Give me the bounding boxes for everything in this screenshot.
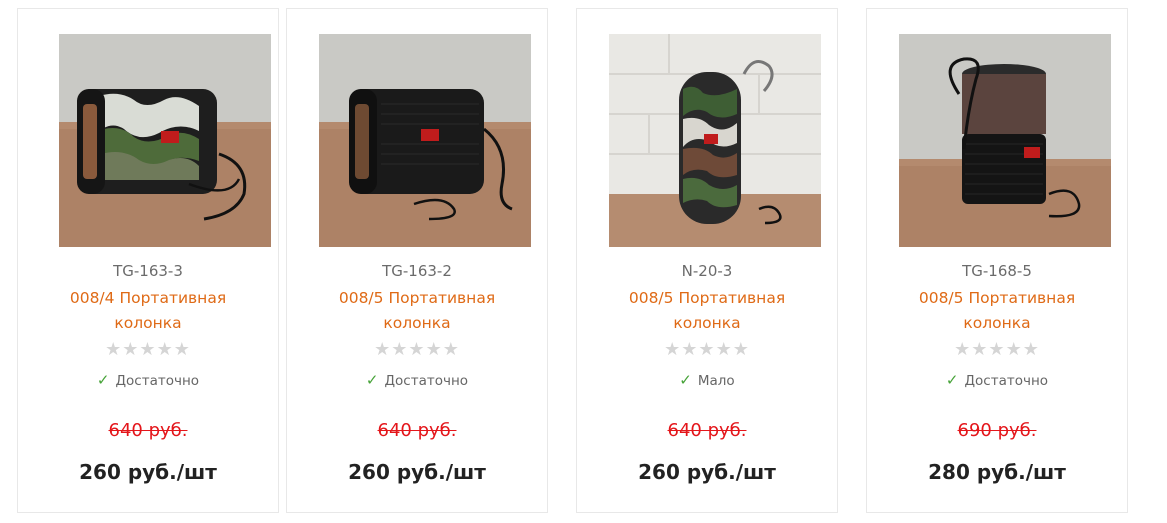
stock-label: Достаточно bbox=[964, 373, 1049, 389]
old-price: 640 руб. bbox=[377, 420, 457, 441]
current-price: 280 руб./шт bbox=[928, 460, 1066, 484]
stock-status: ✓ Достаточно bbox=[287, 371, 547, 389]
star-icon: ★ bbox=[425, 339, 443, 360]
product-sku: N-20-3 bbox=[681, 262, 733, 280]
stock-label: Мало bbox=[697, 373, 735, 389]
rating-stars[interactable]: ★★★★★ bbox=[287, 340, 547, 360]
product-image-link[interactable] bbox=[319, 34, 531, 247]
product-image-link[interactable] bbox=[59, 34, 271, 247]
current-price: 260 руб./шт bbox=[79, 460, 217, 484]
product-title-link[interactable]: 008/4 Портативная колонка bbox=[58, 286, 238, 336]
product-sku: TG-163-3 bbox=[113, 262, 183, 280]
star-icon: ★ bbox=[664, 339, 682, 360]
speaker-camo-cylinder-image bbox=[609, 34, 821, 247]
product-title-link[interactable]: 008/5 Портативная колонка bbox=[327, 286, 507, 336]
rating-stars[interactable]: ★★★★★ bbox=[18, 340, 278, 360]
rating-stars[interactable]: ★★★★★ bbox=[867, 340, 1127, 360]
stock-status: ✓ Мало bbox=[577, 371, 837, 389]
star-icon: ★ bbox=[122, 339, 140, 360]
star-icon: ★ bbox=[139, 339, 157, 360]
check-icon: ✓ bbox=[96, 371, 110, 389]
speaker-black-lantern-image bbox=[899, 34, 1111, 247]
star-icon: ★ bbox=[988, 339, 1006, 360]
star-icon: ★ bbox=[1022, 339, 1040, 360]
star-icon: ★ bbox=[698, 339, 716, 360]
check-icon: ✓ bbox=[365, 371, 379, 389]
product-card: TG-168-5 008/5 Портативная колонка ★★★★★… bbox=[866, 8, 1128, 513]
star-icon: ★ bbox=[971, 339, 989, 360]
star-icon: ★ bbox=[715, 339, 733, 360]
star-icon: ★ bbox=[1005, 339, 1023, 360]
product-sku: TG-163-2 bbox=[382, 262, 452, 280]
stock-label: Достаточно bbox=[384, 373, 469, 389]
current-price: 260 руб./шт bbox=[638, 460, 776, 484]
star-icon: ★ bbox=[408, 339, 426, 360]
star-icon: ★ bbox=[173, 339, 191, 360]
product-image-link[interactable] bbox=[899, 34, 1111, 247]
product-image-link[interactable] bbox=[609, 34, 821, 247]
star-icon: ★ bbox=[681, 339, 699, 360]
stock-status: ✓ Достаточно bbox=[867, 371, 1127, 389]
product-card: TG-163-2 008/5 Портативная колонка ★★★★★… bbox=[286, 8, 548, 513]
product-title-link[interactable]: 008/5 Портативная колонка bbox=[907, 286, 1087, 336]
old-price: 690 руб. bbox=[957, 420, 1037, 441]
product-card: N-20-3 008/5 Портативная колонка ★★★★★ ✓… bbox=[576, 8, 838, 513]
old-price: 640 руб. bbox=[108, 420, 188, 441]
product-sku: TG-168-5 bbox=[962, 262, 1032, 280]
current-price: 260 руб./шт bbox=[348, 460, 486, 484]
speaker-black-rect-image bbox=[319, 34, 531, 247]
star-icon: ★ bbox=[391, 339, 409, 360]
star-icon: ★ bbox=[732, 339, 750, 360]
stock-status: ✓ Достаточно bbox=[18, 371, 278, 389]
rating-stars[interactable]: ★★★★★ bbox=[577, 340, 837, 360]
star-icon: ★ bbox=[374, 339, 392, 360]
star-icon: ★ bbox=[442, 339, 460, 360]
star-icon: ★ bbox=[954, 339, 972, 360]
product-title-link[interactable]: 008/5 Портативная колонка bbox=[617, 286, 797, 336]
old-price: 640 руб. bbox=[667, 420, 747, 441]
star-icon: ★ bbox=[156, 339, 174, 360]
product-card: TG-163-3 008/4 Портативная колонка ★★★★★… bbox=[17, 8, 279, 513]
check-icon: ✓ bbox=[679, 371, 692, 389]
check-icon: ✓ bbox=[945, 371, 959, 389]
star-icon: ★ bbox=[105, 339, 123, 360]
stock-label: Достаточно bbox=[115, 373, 200, 389]
speaker-camo-rect-image bbox=[59, 34, 271, 247]
